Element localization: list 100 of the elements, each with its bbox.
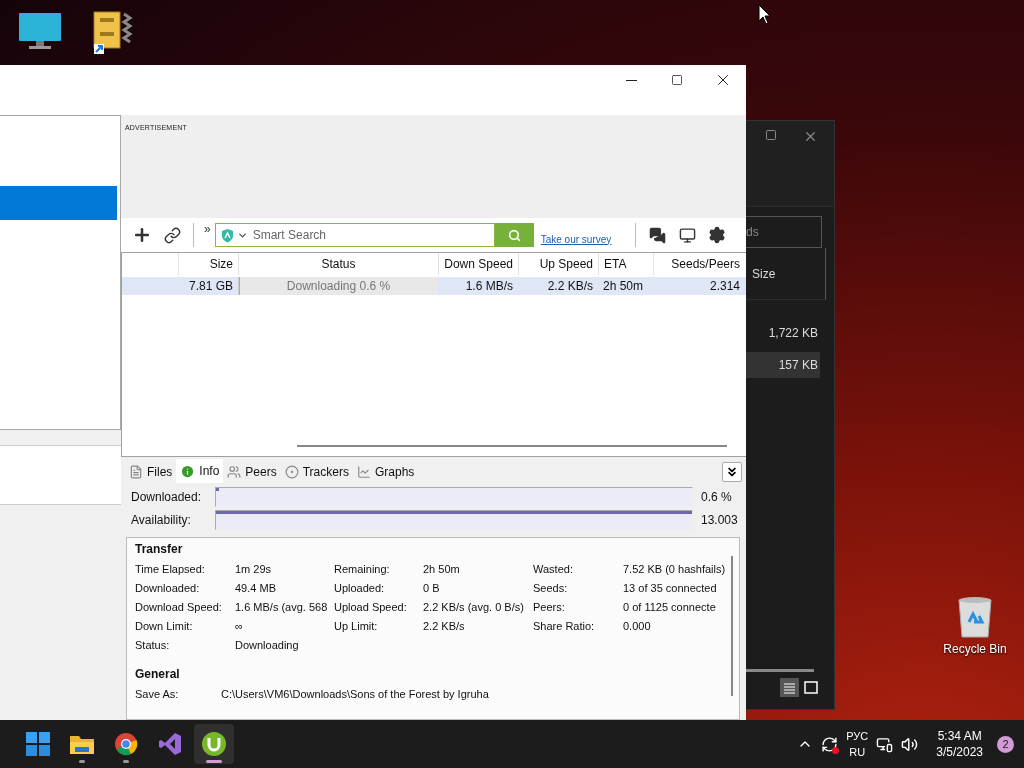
volume-icon[interactable] xyxy=(901,735,919,753)
field-label: Wasted: xyxy=(533,563,574,577)
field-label: Down Limit: xyxy=(135,620,194,634)
column-header[interactable]: Up Speed xyxy=(518,253,598,275)
table-cell-text: 7.81 GB xyxy=(187,278,234,295)
mouse-pointer-icon xyxy=(758,4,771,25)
field-label: Up Limit: xyxy=(334,620,379,634)
file-size-cell[interactable]: 157 KB xyxy=(746,352,820,378)
close-icon[interactable] xyxy=(803,129,818,144)
network-icon[interactable] xyxy=(876,735,894,753)
field-value: 0 B xyxy=(423,582,441,596)
scrollbar-thumb[interactable] xyxy=(731,556,733,696)
column-header[interactable]: Size xyxy=(178,253,238,275)
list-icon xyxy=(783,681,796,694)
shield-icon xyxy=(220,227,234,243)
field-value: 49.4 MB xyxy=(235,582,277,596)
bar-label: Availability: xyxy=(131,512,192,527)
field-value: 2.2 KB/s (avg. 0 B/s) xyxy=(423,601,525,615)
scrollbar-thumb[interactable] xyxy=(744,669,814,672)
bar-reading: 0.6 % xyxy=(700,489,733,504)
notification-badge[interactable]: 2 xyxy=(997,735,1014,753)
taskbar-app-button[interactable] xyxy=(194,724,234,764)
minimize-icon xyxy=(625,79,637,81)
maximize-icon xyxy=(671,74,683,86)
field-value: C:\Users\VM6\Downloads\Sons of the Forest by Igruha xyxy=(221,688,490,702)
field-label: Uploaded: xyxy=(334,582,386,596)
target-icon xyxy=(284,465,299,479)
sync-icon[interactable] xyxy=(821,735,839,753)
tiles-view-button[interactable] xyxy=(801,678,820,697)
maximize-icon[interactable] xyxy=(765,129,777,141)
column-header[interactable]: Seeds/Peers xyxy=(653,253,745,275)
field-value: 7.52 KB (0 hashfails) xyxy=(623,563,727,577)
field-value: 2.2 KB/s xyxy=(423,620,466,634)
plus-icon xyxy=(132,225,152,245)
torrent-row[interactable]: 7.81 GB Downloading 0.6 % 1.6 MB/s 2.2 KB/s 2h 50m 2.314 xyxy=(122,277,746,295)
field-label: Peers: xyxy=(533,601,566,615)
file-size-cell[interactable]: 1,722 KB xyxy=(746,320,820,346)
field-label: Seeds: xyxy=(533,582,569,596)
chart-icon xyxy=(356,465,371,479)
field-value: 0.000 xyxy=(623,620,652,634)
infinity-ribbon-icon xyxy=(158,732,182,756)
scrollbar-thumb[interactable] xyxy=(297,445,727,447)
search-icon xyxy=(507,228,521,242)
field-label: Status: xyxy=(135,639,171,653)
list-icon xyxy=(129,465,143,479)
field-value: Downloading xyxy=(235,639,300,653)
folder-icon xyxy=(69,733,95,755)
section-title: Transfer xyxy=(135,542,184,556)
field-label: Share Ratio: xyxy=(533,620,596,634)
chat-bubbles-icon xyxy=(648,226,666,244)
running-indicator xyxy=(206,760,222,763)
running-indicator xyxy=(123,760,129,763)
column-header[interactable]: ETA xyxy=(598,253,653,275)
desktop-icon-label[interactable]: Recycle Bin xyxy=(943,642,1007,656)
field-label: Save As: xyxy=(135,688,180,702)
table-cell-text: 2h 50m xyxy=(602,278,645,295)
table-cell-text: 1.6 MB/s xyxy=(464,278,514,295)
collapse-button[interactable] xyxy=(722,462,742,482)
people-icon xyxy=(227,465,242,479)
field-label: Upload Speed: xyxy=(334,601,408,615)
square-icon xyxy=(803,681,818,694)
clock[interactable]: 5:34 AM 3/5/2023 xyxy=(936,728,983,760)
table-cell-text: 2.314 xyxy=(708,278,741,295)
running-indicator xyxy=(79,760,85,763)
field-label: Download Speed: xyxy=(135,601,223,615)
field-label: Remaining: xyxy=(334,563,391,577)
browser-icon xyxy=(114,732,138,756)
overflow-chevron[interactable]: » xyxy=(204,222,211,236)
windows-logo-icon xyxy=(26,732,50,756)
language-indicator[interactable]: РУС RU xyxy=(846,728,869,760)
status-text: Downloading 0.6 % xyxy=(286,279,391,293)
double-chevron-icon xyxy=(725,465,739,479)
detail-tab[interactable]: Trackers xyxy=(280,461,353,483)
field-label: Time Elapsed: xyxy=(135,563,206,577)
survey-link[interactable]: Take our survey xyxy=(540,233,612,245)
bar-label: Downloaded: xyxy=(131,489,203,504)
field-value: 1m 29s xyxy=(235,563,273,577)
gear-icon xyxy=(708,226,727,244)
field-label: Downloaded: xyxy=(135,582,201,596)
detail-tab[interactable]: Files xyxy=(125,461,177,483)
search-field[interactable]: Smart Search xyxy=(214,223,495,247)
detail-tab[interactable]: Graphs xyxy=(352,461,419,483)
recycle-bin-icon xyxy=(957,596,993,638)
field-value: ∞ xyxy=(235,620,244,634)
detail-tab[interactable]: Peers xyxy=(223,461,281,483)
field-value: 2h 50m xyxy=(423,563,461,577)
field-value: 0 of 1125 connecte xyxy=(623,601,717,615)
table-cell-text: 2.2 KB/s xyxy=(546,278,594,295)
detail-tab[interactable]: Info xyxy=(176,459,224,483)
field-value: 1.6 MB/s (avg. 568 xyxy=(235,601,329,615)
column-header[interactable]: Down Speed xyxy=(438,253,518,275)
link-icon xyxy=(163,226,181,244)
torrent-logo-icon xyxy=(201,731,227,757)
bar-reading: 13.003 xyxy=(700,512,739,527)
monitor-icon xyxy=(678,226,696,244)
field-value: 13 of 35 connected xyxy=(623,582,718,596)
info-icon xyxy=(180,463,196,479)
computer-icon xyxy=(18,12,62,50)
column-header[interactable]: Status xyxy=(238,253,438,275)
section-title: General xyxy=(135,667,181,681)
